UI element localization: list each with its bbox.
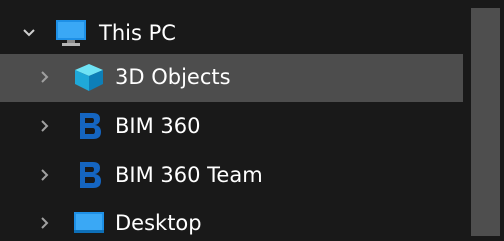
tree-item-label: This PC	[99, 21, 176, 45]
bim360-b-icon	[71, 111, 107, 141]
tree-item-desktop[interactable]: Desktop	[0, 200, 466, 241]
tree-item-label: Desktop	[115, 211, 202, 235]
chevron-down-icon[interactable]	[22, 25, 36, 39]
chevron-right-icon[interactable]	[38, 167, 52, 181]
bim360-b-icon	[71, 160, 107, 190]
vertical-scrollbar-thumb[interactable]	[471, 8, 500, 236]
desktop-folder-icon	[71, 208, 107, 238]
tree-item-label: 3D Objects	[115, 65, 231, 89]
computer-icon	[53, 18, 89, 48]
tree-item-label: BIM 360	[115, 114, 201, 138]
file-explorer-navigation-pane: This PC 3D Objects BIM 360 BIM 360 Team …	[0, 0, 504, 241]
chevron-right-icon[interactable]	[38, 215, 52, 229]
tree-item-bim-360-team[interactable]: BIM 360 Team	[0, 152, 466, 200]
navigation-tree: This PC 3D Objects BIM 360 BIM 360 Team …	[0, 4, 470, 241]
tree-item-bim-360[interactable]: BIM 360	[0, 103, 466, 151]
tree-item-label: BIM 360 Team	[115, 163, 263, 187]
chevron-right-icon[interactable]	[38, 118, 52, 132]
tree-item-3d-objects[interactable]: 3D Objects	[0, 54, 466, 102]
cube-3d-icon	[71, 62, 107, 92]
chevron-right-icon[interactable]	[38, 69, 52, 83]
tree-item-this-pc[interactable]: This PC	[0, 10, 466, 58]
